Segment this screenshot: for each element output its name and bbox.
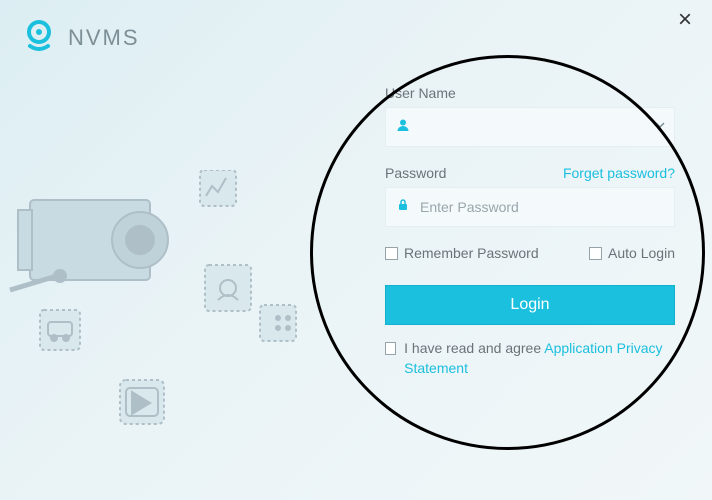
close-button[interactable]: × bbox=[678, 8, 692, 32]
agree-checkbox[interactable] bbox=[385, 342, 396, 355]
password-input[interactable] bbox=[420, 199, 664, 215]
password-label: Password bbox=[385, 165, 446, 181]
username-input[interactable] bbox=[420, 119, 664, 135]
agree-prefix: I have read and agree bbox=[404, 340, 544, 356]
user-icon bbox=[396, 118, 410, 137]
login-button[interactable]: Login bbox=[385, 285, 675, 325]
remember-password-checkbox[interactable]: Remember Password bbox=[385, 245, 539, 261]
password-field[interactable] bbox=[385, 187, 675, 227]
auto-login-checkbox[interactable]: Auto Login bbox=[589, 245, 675, 261]
checkbox-icon bbox=[589, 247, 602, 260]
chevron-down-icon[interactable] bbox=[654, 118, 666, 136]
auto-login-label: Auto Login bbox=[608, 245, 675, 261]
checkbox-icon bbox=[385, 247, 398, 260]
illustration bbox=[0, 170, 320, 450]
forget-password-link[interactable]: Forget password? bbox=[563, 165, 675, 181]
username-label: User Name bbox=[385, 85, 675, 101]
app-title: NVMS bbox=[68, 25, 140, 51]
brand-header: NVMS bbox=[22, 18, 140, 57]
agree-text: I have read and agree Application Privac… bbox=[404, 339, 675, 378]
username-field[interactable] bbox=[385, 107, 675, 147]
remember-password-label: Remember Password bbox=[404, 245, 539, 261]
lock-icon bbox=[396, 198, 410, 217]
login-form: User Name Password Forget password? Reme bbox=[385, 85, 675, 378]
camera-logo-icon bbox=[22, 18, 56, 57]
